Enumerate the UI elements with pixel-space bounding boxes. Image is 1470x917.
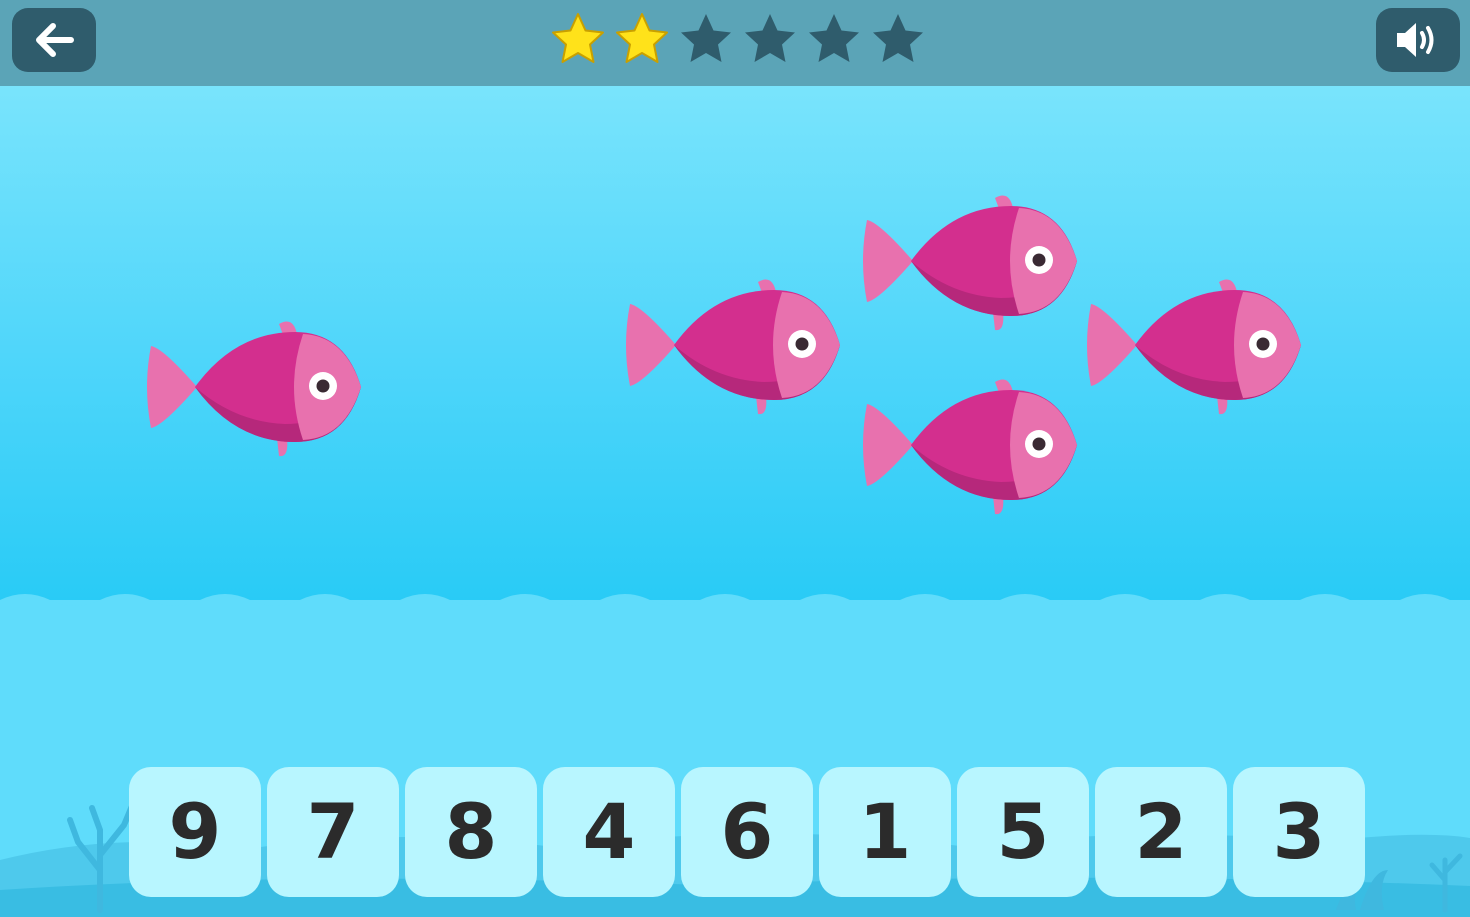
star-shape xyxy=(681,14,731,62)
star-icon xyxy=(873,14,923,62)
fish-icon xyxy=(1087,279,1301,415)
star-icon xyxy=(616,13,668,63)
star-shape xyxy=(616,13,668,63)
star-icon xyxy=(809,14,859,62)
answer-tile[interactable]: 1 xyxy=(819,767,951,897)
tail xyxy=(147,346,197,428)
fish-icon xyxy=(147,321,361,457)
fish-icon xyxy=(626,279,840,415)
answer-tile[interactable]: 2 xyxy=(1095,767,1227,897)
answer-tile[interactable]: 8 xyxy=(405,767,537,897)
progress-stars xyxy=(546,8,936,72)
answer-tiles: 9 7 8 4 6 1 5 2 3 xyxy=(129,767,1369,897)
star-shape xyxy=(745,14,795,62)
star-icon xyxy=(681,14,731,62)
star-shape xyxy=(873,14,923,62)
answer-tile[interactable]: 9 xyxy=(129,767,261,897)
answer-tile[interactable]: 6 xyxy=(681,767,813,897)
speaker-icon xyxy=(1397,23,1434,57)
answer-tile[interactable]: 4 xyxy=(543,767,675,897)
answer-tile[interactable]: 5 xyxy=(957,767,1089,897)
star-icon xyxy=(745,14,795,62)
arrow-left-icon xyxy=(36,23,74,57)
pupil xyxy=(316,379,330,393)
star-shape xyxy=(809,14,859,62)
back-button[interactable] xyxy=(12,8,96,72)
sound-button[interactable] xyxy=(1376,8,1460,72)
star-shape xyxy=(552,13,604,63)
fish-icon xyxy=(863,195,1077,331)
fish-icon xyxy=(863,379,1077,515)
answer-tile[interactable]: 3 xyxy=(1233,767,1365,897)
answer-tile[interactable]: 7 xyxy=(267,767,399,897)
star-icon xyxy=(552,13,604,63)
